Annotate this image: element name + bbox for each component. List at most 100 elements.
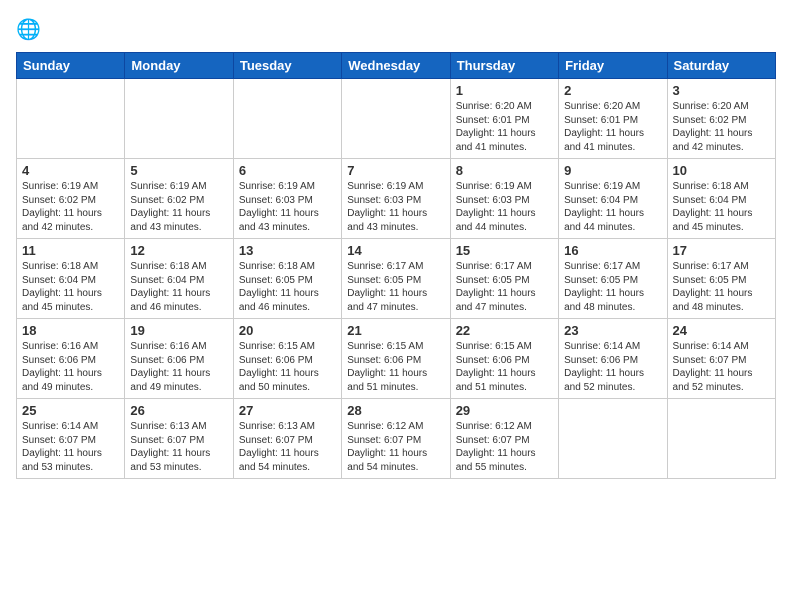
calendar-header-row: SundayMondayTuesdayWednesdayThursdayFrid… <box>17 53 776 79</box>
cell-day-number: 23 <box>564 323 661 338</box>
calendar-cell: 6 Sunrise: 6:19 AM Sunset: 6:03 PM Daylig… <box>233 159 341 239</box>
cell-info-text: Sunrise: 6:17 AM Sunset: 6:05 PM Dayligh… <box>564 260 661 314</box>
calendar-cell <box>342 79 450 159</box>
cell-info-text: Sunrise: 6:20 AM Sunset: 6:01 PM Dayligh… <box>456 100 553 154</box>
cell-info-text: Sunrise: 6:18 AM Sunset: 6:04 PM Dayligh… <box>22 260 119 314</box>
cell-info-text: Sunrise: 6:13 AM Sunset: 6:07 PM Dayligh… <box>130 420 227 474</box>
calendar-header-wednesday: Wednesday <box>342 53 450 79</box>
calendar-cell: 5 Sunrise: 6:19 AM Sunset: 6:02 PM Daylig… <box>125 159 233 239</box>
cell-day-number: 1 <box>456 83 553 98</box>
calendar-cell: 9 Sunrise: 6:19 AM Sunset: 6:04 PM Daylig… <box>559 159 667 239</box>
cell-info-text: Sunrise: 6:14 AM Sunset: 6:07 PM Dayligh… <box>673 340 770 394</box>
cell-day-number: 8 <box>456 163 553 178</box>
page-header: 🌐 <box>16 16 776 44</box>
cell-info-text: Sunrise: 6:18 AM Sunset: 6:04 PM Dayligh… <box>130 260 227 314</box>
cell-day-number: 21 <box>347 323 444 338</box>
calendar-cell: 21 Sunrise: 6:15 AM Sunset: 6:06 PM Dayli… <box>342 319 450 399</box>
cell-info-text: Sunrise: 6:19 AM Sunset: 6:04 PM Dayligh… <box>564 180 661 234</box>
calendar-week-row: 25Sunrise: 6:14 AM Sunset: 6:07 PM Dayli… <box>17 399 776 479</box>
calendar-header-sunday: Sunday <box>17 53 125 79</box>
cell-day-number: 12 <box>130 243 227 258</box>
calendar-cell: 19Sunrise: 6:16 AM Sunset: 6:06 PM Dayli… <box>125 319 233 399</box>
calendar-header-tuesday: Tuesday <box>233 53 341 79</box>
cell-info-text: Sunrise: 6:18 AM Sunset: 6:04 PM Dayligh… <box>673 180 770 234</box>
calendar-header-saturday: Saturday <box>667 53 775 79</box>
cell-info-text: Sunrise: 6:16 AM Sunset: 6:06 PM Dayligh… <box>130 340 227 394</box>
cell-info-text: Sunrise: 6:17 AM Sunset: 6:05 PM Dayligh… <box>456 260 553 314</box>
calendar-cell: 7Sunrise: 6:19 AM Sunset: 6:03 PM Daylig… <box>342 159 450 239</box>
calendar-table: SundayMondayTuesdayWednesdayThursdayFrid… <box>16 52 776 479</box>
logo: 🌐 <box>16 16 48 44</box>
cell-day-number: 9 <box>564 163 661 178</box>
cell-info-text: Sunrise: 6:19 AM Sunset: 6:03 PM Dayligh… <box>239 180 336 234</box>
cell-info-text: Sunrise: 6:19 AM Sunset: 6:03 PM Dayligh… <box>456 180 553 234</box>
calendar-week-row: 1 Sunrise: 6:20 AM Sunset: 6:01 PM Daylig… <box>17 79 776 159</box>
calendar-cell: 27 Sunrise: 6:13 AM Sunset: 6:07 PM Dayli… <box>233 399 341 479</box>
cell-day-number: 14 <box>347 243 444 258</box>
cell-day-number: 5 <box>130 163 227 178</box>
calendar-cell <box>125 79 233 159</box>
cell-day-number: 7 <box>347 163 444 178</box>
calendar-cell <box>17 79 125 159</box>
calendar-week-row: 11 Sunrise: 6:18 AM Sunset: 6:04 PM Dayli… <box>17 239 776 319</box>
calendar-cell <box>667 399 775 479</box>
cell-day-number: 13 <box>239 243 336 258</box>
cell-day-number: 6 <box>239 163 336 178</box>
svg-text:🌐: 🌐 <box>16 17 41 41</box>
cell-info-text: Sunrise: 6:14 AM Sunset: 6:07 PM Dayligh… <box>22 420 119 474</box>
cell-info-text: Sunrise: 6:15 AM Sunset: 6:06 PM Dayligh… <box>347 340 444 394</box>
cell-day-number: 15 <box>456 243 553 258</box>
cell-day-number: 20 <box>239 323 336 338</box>
calendar-cell: 18 Sunrise: 6:16 AM Sunset: 6:06 PM Dayli… <box>17 319 125 399</box>
calendar-cell: 11 Sunrise: 6:18 AM Sunset: 6:04 PM Dayli… <box>17 239 125 319</box>
calendar-cell: 26 Sunrise: 6:13 AM Sunset: 6:07 PM Dayli… <box>125 399 233 479</box>
calendar-week-row: 18 Sunrise: 6:16 AM Sunset: 6:06 PM Dayli… <box>17 319 776 399</box>
calendar-cell: 29Sunrise: 6:12 AM Sunset: 6:07 PM Dayli… <box>450 399 558 479</box>
calendar-cell: 16Sunrise: 6:17 AM Sunset: 6:05 PM Dayli… <box>559 239 667 319</box>
calendar-header-friday: Friday <box>559 53 667 79</box>
cell-day-number: 24 <box>673 323 770 338</box>
calendar-cell: 10 Sunrise: 6:18 AM Sunset: 6:04 PM Dayli… <box>667 159 775 239</box>
cell-info-text: Sunrise: 6:15 AM Sunset: 6:06 PM Dayligh… <box>239 340 336 394</box>
cell-day-number: 17 <box>673 243 770 258</box>
cell-info-text: Sunrise: 6:20 AM Sunset: 6:01 PM Dayligh… <box>564 100 661 154</box>
cell-day-number: 11 <box>22 243 119 258</box>
calendar-week-row: 4 Sunrise: 6:19 AM Sunset: 6:02 PM Daylig… <box>17 159 776 239</box>
cell-info-text: Sunrise: 6:19 AM Sunset: 6:02 PM Dayligh… <box>130 180 227 234</box>
cell-day-number: 2 <box>564 83 661 98</box>
calendar-cell: 20 Sunrise: 6:15 AM Sunset: 6:06 PM Dayli… <box>233 319 341 399</box>
cell-info-text: Sunrise: 6:20 AM Sunset: 6:02 PM Dayligh… <box>673 100 770 154</box>
cell-info-text: Sunrise: 6:15 AM Sunset: 6:06 PM Dayligh… <box>456 340 553 394</box>
cell-info-text: Sunrise: 6:19 AM Sunset: 6:02 PM Dayligh… <box>22 180 119 234</box>
logo-icon: 🌐 <box>16 16 44 44</box>
cell-day-number: 3 <box>673 83 770 98</box>
calendar-cell <box>559 399 667 479</box>
cell-day-number: 29 <box>456 403 553 418</box>
calendar-cell: 23Sunrise: 6:14 AM Sunset: 6:06 PM Dayli… <box>559 319 667 399</box>
cell-day-number: 22 <box>456 323 553 338</box>
calendar-cell: 28Sunrise: 6:12 AM Sunset: 6:07 PM Dayli… <box>342 399 450 479</box>
cell-info-text: Sunrise: 6:17 AM Sunset: 6:05 PM Dayligh… <box>673 260 770 314</box>
calendar-cell: 14 Sunrise: 6:17 AM Sunset: 6:05 PM Dayli… <box>342 239 450 319</box>
cell-day-number: 4 <box>22 163 119 178</box>
cell-info-text: Sunrise: 6:17 AM Sunset: 6:05 PM Dayligh… <box>347 260 444 314</box>
cell-info-text: Sunrise: 6:16 AM Sunset: 6:06 PM Dayligh… <box>22 340 119 394</box>
calendar-cell: 3 Sunrise: 6:20 AM Sunset: 6:02 PM Daylig… <box>667 79 775 159</box>
cell-info-text: Sunrise: 6:13 AM Sunset: 6:07 PM Dayligh… <box>239 420 336 474</box>
calendar-cell: 22 Sunrise: 6:15 AM Sunset: 6:06 PM Dayli… <box>450 319 558 399</box>
calendar-header-thursday: Thursday <box>450 53 558 79</box>
cell-day-number: 10 <box>673 163 770 178</box>
cell-day-number: 27 <box>239 403 336 418</box>
calendar-cell: 15 Sunrise: 6:17 AM Sunset: 6:05 PM Dayli… <box>450 239 558 319</box>
calendar-cell: 1 Sunrise: 6:20 AM Sunset: 6:01 PM Daylig… <box>450 79 558 159</box>
cell-day-number: 18 <box>22 323 119 338</box>
calendar-cell: 24 Sunrise: 6:14 AM Sunset: 6:07 PM Dayli… <box>667 319 775 399</box>
cell-info-text: Sunrise: 6:12 AM Sunset: 6:07 PM Dayligh… <box>347 420 444 474</box>
calendar-cell: 17 Sunrise: 6:17 AM Sunset: 6:05 PM Dayli… <box>667 239 775 319</box>
calendar-cell: 13 Sunrise: 6:18 AM Sunset: 6:05 PM Dayli… <box>233 239 341 319</box>
calendar-cell: 2 Sunrise: 6:20 AM Sunset: 6:01 PM Daylig… <box>559 79 667 159</box>
cell-day-number: 26 <box>130 403 227 418</box>
cell-info-text: Sunrise: 6:18 AM Sunset: 6:05 PM Dayligh… <box>239 260 336 314</box>
calendar-cell: 8 Sunrise: 6:19 AM Sunset: 6:03 PM Daylig… <box>450 159 558 239</box>
calendar-cell: 4 Sunrise: 6:19 AM Sunset: 6:02 PM Daylig… <box>17 159 125 239</box>
